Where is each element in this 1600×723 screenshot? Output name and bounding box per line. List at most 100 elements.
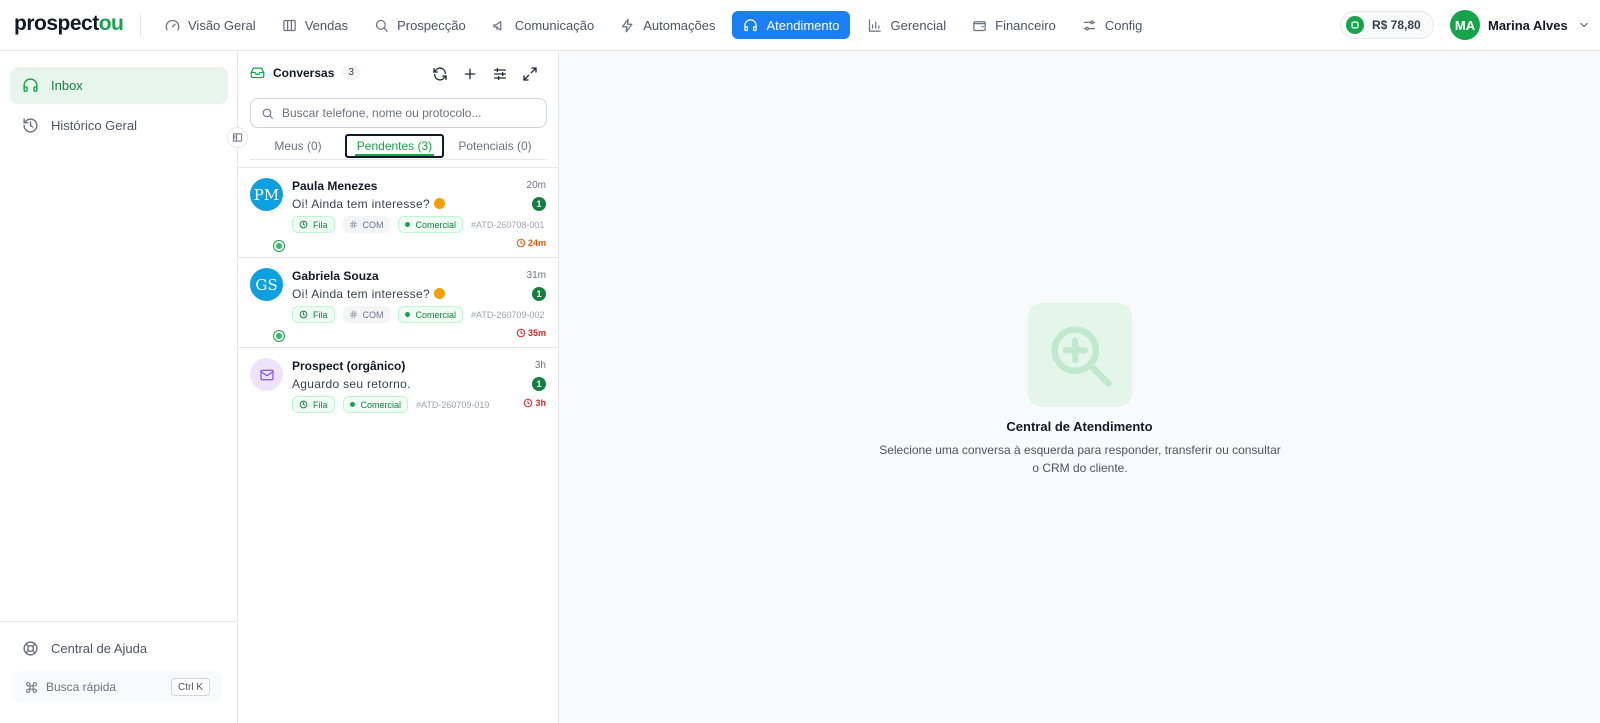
avatar [250, 358, 283, 391]
nav-label: Prospecção [397, 17, 466, 33]
filter-button[interactable] [492, 66, 508, 82]
sidebar-item-label: Inbox [51, 78, 83, 93]
nav-gerencial[interactable]: Gerencial [858, 11, 955, 39]
protocol-number: #ATD-260708-001 [471, 219, 545, 230]
store-icon [282, 19, 296, 31]
clock-icon [516, 328, 526, 338]
new-conversation-button[interactable] [462, 66, 478, 82]
sliders-icon [1083, 20, 1095, 30]
clock-icon [524, 398, 533, 408]
tag-label: Fila [313, 309, 328, 320]
queue-tag: Fila [292, 396, 335, 413]
hash-icon [349, 220, 357, 229]
refresh-icon [433, 67, 447, 81]
avatar: PM [250, 178, 283, 211]
mail-icon [259, 369, 274, 380]
headset-icon [23, 78, 38, 92]
tab-pendentes[interactable]: Pendentes (3) [345, 134, 444, 158]
hash-icon [349, 310, 357, 319]
sidebar-item-label: Central de Ajuda [51, 641, 148, 656]
quick-search-label: Busca rápida [46, 680, 117, 694]
status-dot [404, 312, 410, 317]
nav-prospeccao[interactable]: Prospecção [365, 11, 475, 39]
balance-badge[interactable]: R$ 78,80 [1340, 11, 1434, 39]
wallet-icon [973, 20, 986, 31]
nav-label: Config [1104, 17, 1143, 33]
clock-icon [299, 220, 308, 229]
sla-value: 35m [527, 328, 546, 338]
chevron-down-icon [1580, 22, 1588, 28]
sla-timer: 3h [523, 398, 546, 408]
quick-search[interactable]: Busca rápida Ctrl K [12, 671, 222, 703]
nav-atendimento[interactable]: Atendimento [732, 11, 851, 39]
balance-value: R$ 78,80 [1372, 18, 1421, 32]
headset-icon [744, 18, 758, 31]
contact-name: Paula Menezes [292, 179, 378, 193]
conversation-item[interactable]: PM Paula Menezes 20m Oi! Ainda tem inter… [238, 167, 558, 258]
tags: Fila COM Comercial #ATD-260708-001 [292, 216, 544, 233]
clock-icon [516, 238, 526, 248]
sidebar-item-inbox[interactable]: Inbox [10, 67, 228, 104]
panel-left-icon [232, 133, 243, 142]
tag-label: Comercial [415, 309, 457, 320]
queue-tag: Fila [292, 306, 335, 323]
nav-comunicacao[interactable]: Comunicação [483, 11, 604, 39]
protocol-number: #ATD-260709-019 [416, 399, 490, 410]
conversation-list: PM Paula Menezes 20m Oi! Ainda tem inter… [238, 167, 558, 417]
conversation-item[interactable]: Prospect (orgânico) 3h Aguardo seu retor… [238, 347, 558, 417]
main-nav: Visão Geral Vendas Prospecção Comunicaçã… [156, 11, 1159, 39]
online-indicator [274, 331, 284, 341]
user-menu[interactable]: MA Marina Alves [1450, 10, 1590, 40]
lifebuoy-icon [23, 641, 38, 656]
tab-potenciais[interactable]: Potenciais (0) [448, 134, 542, 158]
conversation-item[interactable]: GS Gabriela Souza 31m Oi! Ainda tem inte… [238, 257, 558, 348]
sla-timer: 24m [516, 238, 546, 248]
message-time: 31m [526, 270, 546, 281]
conversations-title: Conversas [273, 65, 335, 80]
conversations-panel: Conversas 3 Meus (0) Pendentes (3) Poten… [238, 51, 559, 723]
refresh-button[interactable] [432, 66, 448, 82]
command-icon [26, 681, 37, 693]
nav-financeiro[interactable]: Financeiro [963, 11, 1065, 39]
sidebar-item-help[interactable]: Central de Ajuda [10, 630, 228, 667]
history-icon [23, 118, 38, 133]
message-text: Oi! Ainda tem interesse? [292, 197, 430, 211]
tab-meus[interactable]: Meus (0) [258, 134, 338, 158]
nav-vendas[interactable]: Vendas [273, 11, 357, 39]
nav-visao-geral[interactable]: Visão Geral [156, 11, 265, 39]
emoji-icon [433, 198, 445, 209]
gauge-icon [165, 19, 180, 30]
sla-value: 24m [527, 238, 546, 248]
conversations-toolbar [432, 66, 552, 82]
clock-icon [299, 310, 308, 319]
user-name: Marina Alves [1488, 17, 1568, 33]
message-time: 3h [534, 360, 546, 371]
tags: Fila COM Comercial #ATD-260709-002 [292, 306, 544, 323]
nav-config[interactable]: Config [1073, 11, 1152, 39]
department-tag: COM [342, 306, 390, 323]
logo[interactable]: prospectou [14, 12, 124, 36]
collapse-sidebar-button[interactable] [227, 127, 248, 148]
search-input-wrapper [250, 98, 547, 128]
empty-state-description: Selecione uma conversa à esquerda para r… [879, 443, 1281, 475]
nav-label: Automações [643, 17, 716, 33]
tag-label: COM [362, 309, 384, 320]
coin-icon [1346, 16, 1364, 34]
sector-tag: Comercial [397, 216, 464, 233]
clock-icon [299, 400, 308, 409]
unread-badge: 1 [532, 197, 546, 211]
avatar: MA [1450, 10, 1480, 40]
contact-name: Gabriela Souza [292, 269, 379, 283]
online-indicator [274, 241, 284, 251]
unread-badge: 1 [532, 287, 546, 301]
search-input[interactable] [282, 106, 532, 120]
megaphone-icon [492, 20, 502, 30]
sidebar-item-historico[interactable]: Histórico Geral [10, 107, 228, 144]
expand-button[interactable] [522, 66, 538, 82]
search-icon [262, 108, 273, 119]
sidebar: Inbox Histórico Geral Central de Ajuda B… [0, 51, 238, 723]
message-preview: Oi! Ainda tem interesse? [292, 287, 445, 301]
tag-label: COM [362, 219, 384, 230]
nav-automacoes[interactable]: Automações [611, 11, 724, 39]
plus-icon [464, 68, 476, 80]
